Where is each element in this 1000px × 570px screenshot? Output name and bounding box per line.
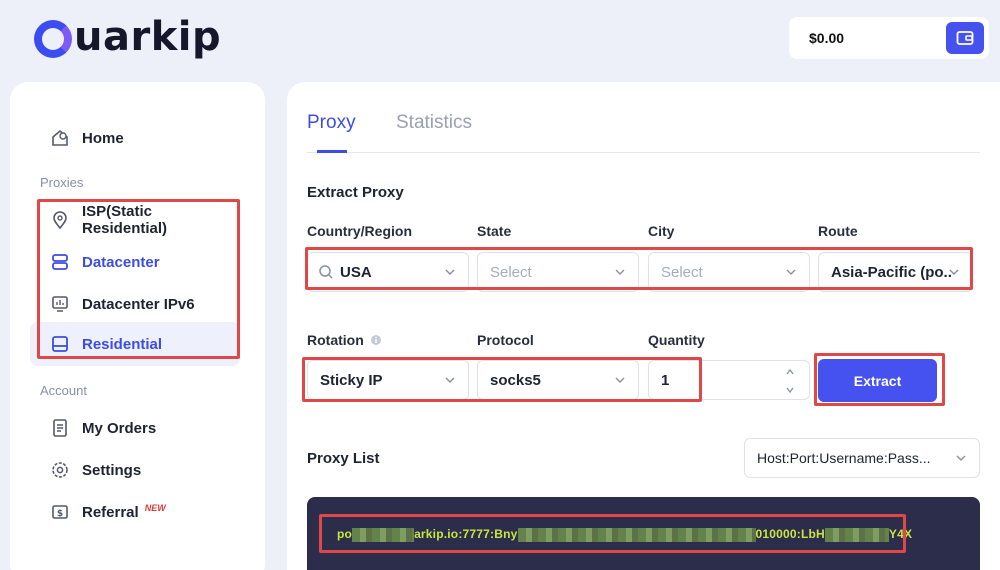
sidebar-item-label: ISP(Static Residential)	[82, 203, 168, 237]
redacted-blur	[352, 527, 415, 542]
quantity-value: 1	[661, 371, 670, 389]
quantity-label: Quantity	[648, 332, 705, 348]
proxy-format-select[interactable]: Host:Port:Username:Pass...	[744, 438, 980, 478]
route-select[interactable]: Asia-Pacific (po...	[818, 252, 973, 292]
protocol-value: socks5	[490, 371, 541, 389]
chevron-down-icon	[615, 269, 625, 275]
rotation-select[interactable]: Sticky IP	[307, 360, 469, 400]
sidebar-item-my-orders[interactable]: My Orders	[30, 408, 240, 448]
proxy-list-title: Proxy List	[307, 450, 380, 467]
rotation-value: Sticky IP	[320, 371, 383, 389]
sidebar-item-home[interactable]: Home	[30, 118, 240, 158]
tab-active-indicator	[317, 150, 347, 153]
sidebar-item-referral[interactable]: $ Referral NEW	[30, 492, 240, 532]
rotation-label-text: Rotation	[307, 332, 364, 348]
sidebar-item-label: Home	[82, 129, 124, 147]
extract-button[interactable]: Extract	[818, 359, 937, 402]
monitor-chart-icon	[50, 294, 70, 314]
route-label: Route	[818, 223, 858, 239]
city-placeholder: Select	[661, 263, 703, 281]
proxy-entry[interactable]: po arkip.io:7777:Bny 010000:LbH Y4X	[337, 527, 912, 542]
home-icon	[50, 128, 70, 148]
tab-divider	[307, 152, 980, 153]
state-placeholder: Select	[490, 263, 532, 281]
redacted-blur	[517, 527, 756, 542]
chevron-down-icon	[956, 455, 966, 461]
proxies-section-label: Proxies	[40, 175, 84, 190]
quantity-stepper[interactable]: 1	[648, 360, 810, 400]
proxy-entry-part: Y4X	[888, 527, 913, 541]
search-icon	[319, 265, 333, 279]
route-value: Asia-Pacific (po...	[831, 263, 951, 281]
new-badge: NEW	[144, 503, 166, 513]
sidebar-item-isp[interactable]: ISP(Static Residential)	[30, 200, 240, 240]
referral-dollar-icon: $	[50, 502, 70, 522]
sidebar: Home Proxies ISP(Static Residential) Dat…	[10, 82, 265, 570]
sidebar-item-label: Referral	[82, 503, 139, 521]
country-select[interactable]: USA	[307, 252, 469, 292]
sidebar-item-label: Settings	[82, 461, 142, 479]
chevron-down-icon	[445, 269, 455, 275]
wallet-icon	[956, 31, 974, 45]
wallet-balance: $0.00	[809, 30, 845, 46]
protocol-label: Protocol	[477, 332, 534, 348]
sidebar-item-label: My Orders	[82, 419, 157, 437]
proxy-format-value: Host:Port:Username:Pass...	[757, 450, 931, 466]
sidebar-item-residential[interactable]: Residential	[30, 322, 240, 366]
quarkip-logo[interactable]: uarkip	[34, 14, 221, 60]
proxy-entry-part: po	[337, 527, 353, 541]
info-icon[interactable]	[370, 334, 382, 346]
tab-statistics[interactable]: Statistics	[396, 112, 472, 134]
wallet-balance-card: $0.00	[789, 17, 989, 59]
sidebar-item-datacenter[interactable]: Datacenter	[30, 242, 240, 282]
chevron-down-icon	[615, 377, 625, 383]
gear-icon	[50, 460, 70, 480]
chevron-down-icon	[949, 269, 959, 275]
location-pin-icon	[50, 210, 70, 230]
extract-proxy-title: Extract Proxy	[307, 184, 404, 201]
sidebar-item-label: Residential	[82, 335, 163, 353]
proxy-entry-part: 010000:LbH	[755, 527, 825, 541]
chevron-down-icon	[786, 269, 796, 275]
tab-proxy[interactable]: Proxy	[307, 112, 356, 134]
proxy-entry-part: arkip.io:7777:Bny	[414, 527, 518, 541]
state-select[interactable]: Select	[477, 252, 639, 292]
account-section-label: Account	[40, 383, 87, 398]
chevron-down-icon	[445, 377, 455, 383]
country-value: USA	[340, 263, 372, 281]
main-panel: Proxy Statistics Extract Proxy Country/R…	[287, 82, 1000, 570]
redacted-blur	[824, 527, 889, 542]
state-label: State	[477, 223, 512, 239]
city-label: City	[648, 223, 675, 239]
residential-icon	[50, 334, 70, 354]
wallet-button[interactable]	[946, 22, 984, 54]
country-label: Country/Region	[307, 223, 412, 239]
svg-text:$: $	[57, 509, 63, 519]
server-icon	[50, 252, 70, 272]
rotation-label: Rotation	[307, 332, 382, 348]
sidebar-item-datacenter-ipv6[interactable]: Datacenter IPv6	[30, 284, 240, 324]
sidebar-item-settings[interactable]: Settings	[30, 450, 240, 490]
orders-icon	[50, 418, 70, 438]
protocol-select[interactable]: socks5	[477, 360, 639, 400]
proxy-list-output[interactable]: po arkip.io:7777:Bny 010000:LbH Y4X	[307, 497, 980, 570]
sidebar-item-label: Datacenter	[82, 253, 160, 271]
stepper-down-icon[interactable]	[785, 385, 795, 395]
logo-q-mark	[34, 20, 72, 58]
logo-text: uarkip	[74, 14, 222, 60]
stepper-up-icon[interactable]	[785, 367, 795, 377]
sidebar-item-label: Datacenter IPv6	[82, 295, 195, 313]
city-select[interactable]: Select	[648, 252, 810, 292]
